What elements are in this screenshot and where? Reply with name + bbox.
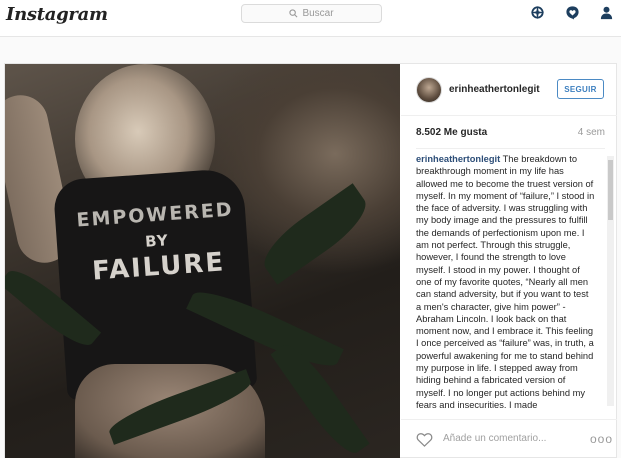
post-side-panel: erinheathertonlegit SEGUIR 8.502 Me gust… [401,64,617,457]
divider [416,148,605,149]
top-navigation-bar: Instagram Buscar [0,0,621,37]
activity-icon[interactable] [564,4,581,21]
plant-leaf [254,183,376,285]
likes-count[interactable]: 8.502 Me gusta [416,127,487,138]
caption-username[interactable]: erinheathertonlegit [416,154,500,164]
search-placeholder: Buscar [302,8,334,19]
comment-input[interactable]: Añade un comentario... [443,433,546,444]
instagram-logo[interactable]: Instagram [6,4,108,25]
post-caption: erinheathertonlegit The breakdown to bre… [416,153,596,410]
post-username[interactable]: erinheathertonlegit [449,84,540,95]
caption-scrollbar[interactable] [607,156,614,406]
post-meta: 8.502 Me gusta 4 sem [416,127,605,141]
post-header: erinheathertonlegit SEGUIR [401,64,617,116]
search-icon [289,9,298,18]
avatar[interactable] [416,77,442,103]
follow-button[interactable]: SEGUIR [557,79,604,99]
explore-icon[interactable] [529,4,546,21]
post-photo[interactable]: EMPOWERED BY FAILURE [5,64,400,458]
post-footer: Añade un comentario... ooo [401,419,617,457]
search-input[interactable]: Buscar [241,4,382,23]
caption-text: The breakdown to breakthrough moment in … [416,154,595,410]
post-timestamp[interactable]: 4 sem [578,127,605,138]
more-options-icon[interactable]: ooo [590,432,613,446]
heart-icon[interactable] [416,432,433,447]
shirt-print: EMPOWERED BY FAILURE [64,198,249,288]
post-card: EMPOWERED BY FAILURE erinheathertonlegit… [4,63,617,458]
profile-icon[interactable] [598,4,615,21]
scrollbar-thumb[interactable] [608,160,613,220]
